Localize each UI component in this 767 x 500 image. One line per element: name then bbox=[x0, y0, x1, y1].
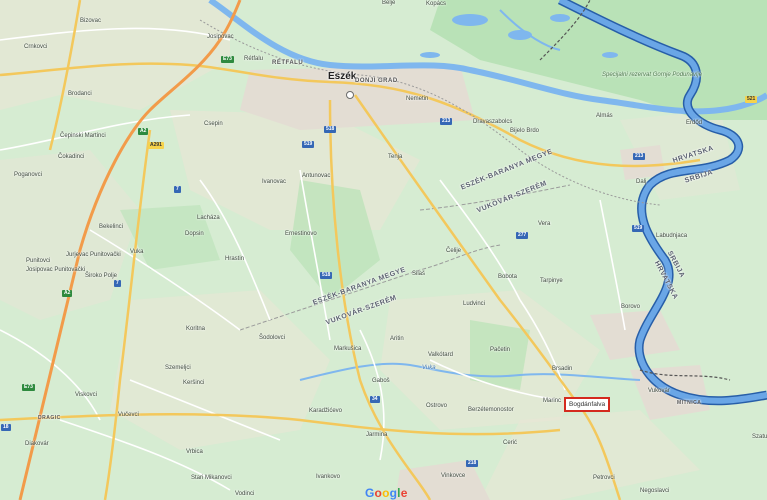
road-shield-519: 519 bbox=[302, 141, 315, 148]
village-label[interactable]: Vuka bbox=[130, 249, 143, 255]
village-label[interactable]: Vinkovce bbox=[441, 473, 465, 479]
village-label[interactable]: Vrbica bbox=[186, 449, 203, 455]
village-label[interactable]: Brodanci bbox=[68, 91, 92, 97]
village-label[interactable]: Ivanovac bbox=[262, 179, 286, 185]
road-shield-7: 7 bbox=[174, 186, 181, 193]
village-label[interactable]: Petrovci bbox=[593, 475, 615, 481]
village-label[interactable]: Poganovci bbox=[14, 172, 42, 178]
village-label[interactable]: Szemeljci bbox=[165, 365, 191, 371]
village-label[interactable]: Ernestinovo bbox=[285, 231, 317, 237]
village-label[interactable]: Labudnjaca bbox=[656, 233, 687, 239]
village-label[interactable]: Dopsin bbox=[185, 231, 204, 237]
village-label[interactable]: Čokadinci bbox=[58, 154, 84, 160]
village-label[interactable]: Koritna bbox=[186, 326, 205, 332]
village-label[interactable]: Valkótard bbox=[428, 352, 453, 358]
road-shield-a2: A2 bbox=[138, 128, 149, 135]
village-label[interactable]: Diakovár bbox=[25, 441, 49, 447]
village-label[interactable]: Čelije bbox=[446, 248, 461, 254]
village-label[interactable]: Josipovac bbox=[207, 34, 234, 40]
village-label[interactable]: Aritin bbox=[390, 336, 404, 342]
village-label[interactable]: Ostrovo bbox=[426, 403, 447, 409]
district-label-dragic: DRAGIC bbox=[38, 415, 61, 421]
road-shield-213: 213 bbox=[440, 118, 453, 125]
village-label[interactable]: Vukovár bbox=[648, 388, 670, 394]
village-label[interactable]: Nemetin bbox=[406, 96, 428, 102]
village-label[interactable]: Pačetin bbox=[490, 347, 510, 353]
village-label[interactable]: Josipovac Punitovački bbox=[26, 267, 85, 273]
village-label[interactable]: Punitovci bbox=[26, 258, 50, 264]
village-label[interactable]: Bizovac bbox=[80, 18, 101, 24]
village-label[interactable]: Čepinski Martinci bbox=[60, 133, 106, 139]
road-shield-a291: A291 bbox=[148, 142, 164, 149]
village-label[interactable]: Cerić bbox=[503, 440, 517, 446]
village-label[interactable]: Keršinci bbox=[183, 380, 204, 386]
village-label[interactable]: Hrastin bbox=[225, 256, 244, 262]
village-label[interactable]: Almás bbox=[596, 113, 613, 119]
road-shield-277: 277 bbox=[516, 232, 529, 239]
village-label[interactable]: Erdőd bbox=[686, 120, 702, 126]
village-label[interactable]: Vera bbox=[538, 221, 550, 227]
village-label[interactable]: Rétfalu bbox=[244, 56, 263, 62]
village-label[interactable]: Karadžićevo bbox=[309, 408, 342, 414]
road-shield-34: 18 bbox=[1, 424, 11, 431]
road-shield-a2-south: A2 bbox=[62, 290, 73, 297]
village-label[interactable]: Ludvinci bbox=[463, 301, 485, 307]
village-label[interactable]: Brsadin bbox=[552, 366, 572, 372]
road-shield-7-south: 7 bbox=[114, 280, 121, 287]
village-label[interactable]: Široko Polje bbox=[85, 273, 117, 279]
road-shield-518-south: 518 bbox=[320, 272, 333, 279]
google-logo: Google bbox=[365, 486, 408, 500]
village-label[interactable]: Vučevci bbox=[118, 412, 139, 418]
road-shield-213-east: 213 bbox=[633, 153, 646, 160]
village-label[interactable]: Šodolovci bbox=[259, 335, 285, 341]
map-canvas[interactable]: E73 A2 A2 E73 7 7 518 519 213 213 519 51… bbox=[0, 0, 767, 500]
village-label[interactable]: Kopács bbox=[426, 1, 446, 7]
village-label[interactable]: Szatu bbox=[752, 434, 767, 440]
village-label[interactable]: Bekelinci bbox=[99, 224, 123, 230]
nature-reserve-label: Specijalni rezervat Gornje Podunavlje bbox=[602, 72, 703, 78]
district-label-retfalu: RÉTFALU bbox=[272, 60, 304, 66]
village-label[interactable]: Stari Mikanovci bbox=[191, 475, 232, 481]
village-label[interactable]: Bobota bbox=[498, 274, 517, 280]
village-label[interactable]: Jarmina bbox=[366, 432, 387, 438]
village-label[interactable]: Negoslavci bbox=[640, 488, 669, 494]
village-label[interactable]: Vodinci bbox=[235, 491, 254, 497]
road-shield-57: 34 bbox=[370, 396, 380, 403]
river-label-vuka: Vuka bbox=[422, 365, 436, 371]
village-label[interactable]: Csepin bbox=[204, 121, 223, 127]
district-label-donji-grad: DONJI GRAD bbox=[355, 78, 398, 84]
city-label-eszek[interactable]: Eszék bbox=[328, 72, 356, 82]
village-label[interactable]: Crnkovci bbox=[24, 44, 47, 50]
village-label[interactable]: Jurjevac Punitovački bbox=[66, 252, 121, 258]
district-label-mitnica: MITNICA bbox=[677, 400, 702, 406]
village-label[interactable]: Borovo bbox=[621, 304, 640, 310]
village-label[interactable]: Dalj bbox=[636, 179, 646, 185]
road-shield-518: 518 bbox=[324, 126, 337, 133]
village-label[interactable]: Berzétemonostor bbox=[468, 407, 514, 413]
village-label[interactable]: Ivankovo bbox=[316, 474, 340, 480]
village-label[interactable]: Lacháza bbox=[197, 215, 220, 221]
village-label[interactable]: Bijelo Brdo bbox=[510, 128, 539, 134]
road-shield-e73-south: E73 bbox=[22, 384, 35, 391]
village-label[interactable]: Tarpinye bbox=[540, 278, 563, 284]
road-shield-218: 218 bbox=[466, 460, 479, 467]
village-label[interactable]: Dravaszabolcs bbox=[473, 119, 512, 125]
location-pin-icon[interactable] bbox=[346, 91, 354, 99]
village-label[interactable]: Belje bbox=[382, 0, 395, 6]
road-shield-521: 521 bbox=[745, 96, 758, 103]
village-label[interactable]: Gaboš bbox=[372, 378, 390, 384]
village-label[interactable]: Antunovac bbox=[302, 173, 330, 179]
road-shield-e73: E73 bbox=[221, 56, 234, 63]
village-label[interactable]: Tenja bbox=[388, 154, 402, 160]
village-label[interactable]: Marinc bbox=[543, 398, 561, 404]
road-shield-519-east: 519 bbox=[632, 225, 645, 232]
village-label[interactable]: Markušica bbox=[334, 346, 361, 352]
village-label[interactable]: Viskovci bbox=[75, 392, 97, 398]
village-label[interactable]: Silaš bbox=[412, 271, 425, 277]
highlighted-place-label[interactable]: Bogdánfalva bbox=[564, 397, 611, 412]
